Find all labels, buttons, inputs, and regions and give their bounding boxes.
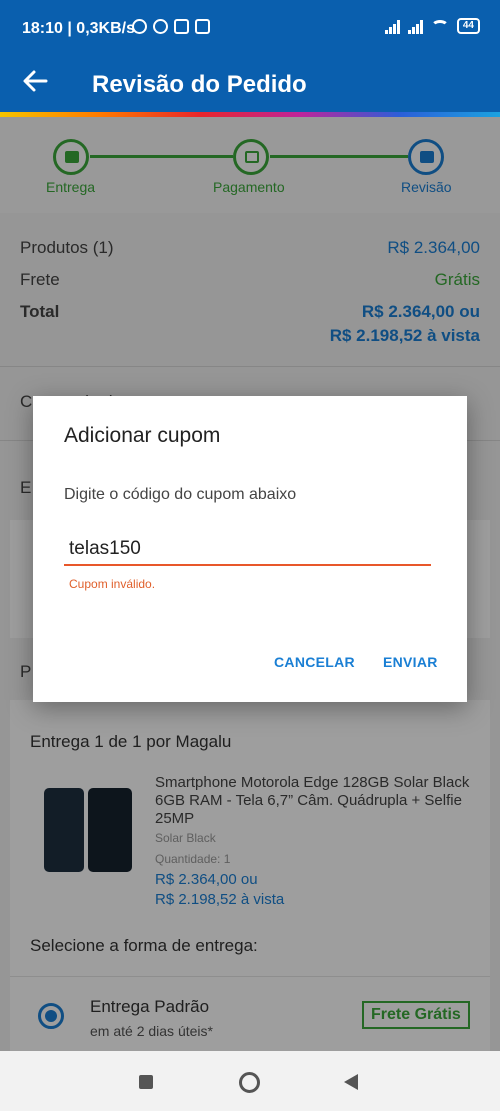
submit-button[interactable]: ENVIAR (383, 654, 438, 670)
whatsapp-icon (153, 19, 168, 34)
home-circle-icon[interactable] (239, 1072, 260, 1093)
arrow-left-icon[interactable] (22, 68, 52, 98)
coupon-error-text: Cupom inválido. (69, 577, 156, 591)
cancel-button[interactable]: CANCELAR (274, 654, 355, 670)
signal-icon (407, 20, 423, 34)
status-time: 18:10 | 0,3KB/s (22, 20, 135, 37)
wifi-icon (430, 20, 449, 34)
recents-square-icon[interactable] (139, 1075, 153, 1089)
signal-icon (384, 20, 400, 34)
app-bar: Revisão do Pedido (0, 60, 500, 112)
battery-icon: 44 (456, 18, 480, 34)
status-notification-icons (132, 19, 210, 34)
page-title: Revisão do Pedido (92, 71, 307, 98)
back-triangle-icon[interactable] (344, 1074, 358, 1090)
dialog-title: Adicionar cupom (64, 424, 221, 447)
coupon-code-input[interactable] (64, 534, 431, 566)
system-nav-bar (0, 1051, 500, 1111)
add-coupon-dialog: Adicionar cupom Digite o código do cupom… (33, 396, 467, 702)
dialog-message: Digite o código do cupom abaixo (64, 486, 297, 503)
status-system-icons: 44 (384, 18, 480, 34)
instagram-icon (174, 19, 189, 34)
status-bar: 18:10 | 0,3KB/s 44 (0, 0, 500, 60)
gmail-icon (195, 19, 210, 34)
alarm-icon (132, 19, 147, 34)
